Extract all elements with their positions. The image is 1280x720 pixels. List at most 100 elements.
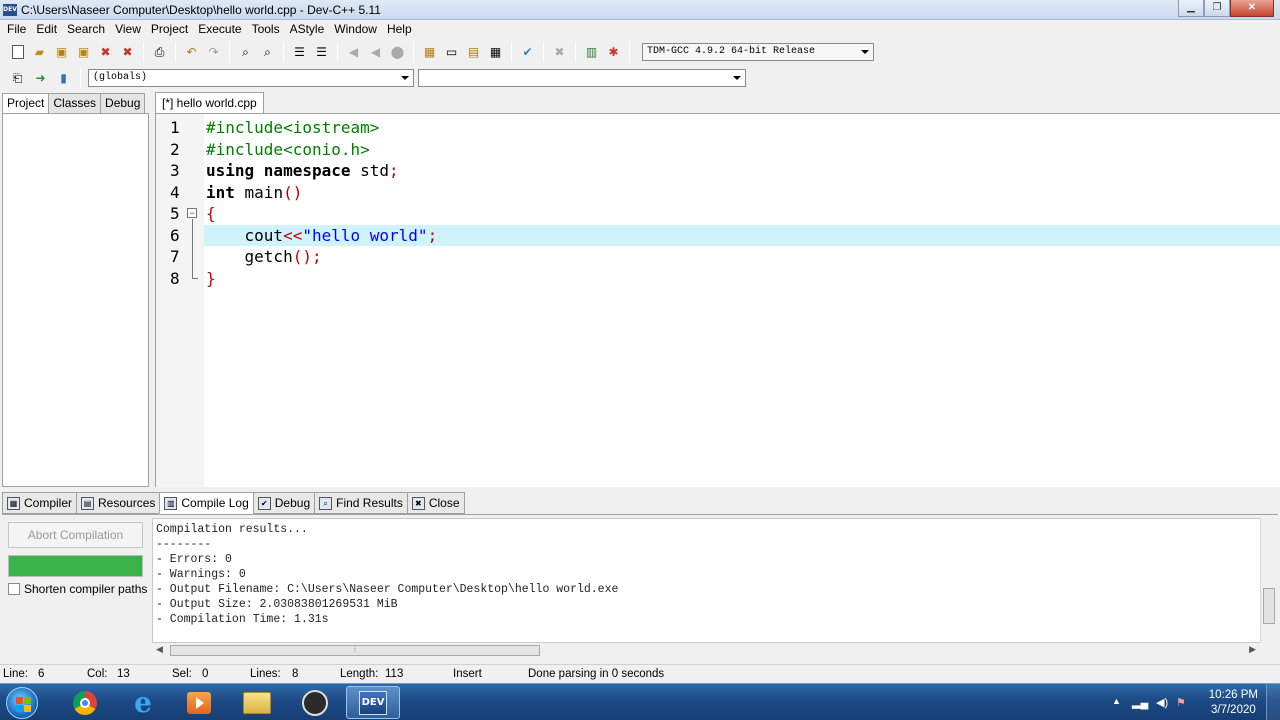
taskbar-file-explorer[interactable]	[230, 686, 284, 719]
abort-compilation-button[interactable]: Abort Compilation	[8, 522, 143, 548]
run-button[interactable]: ▭	[442, 43, 461, 62]
network-icon[interactable]: ▂▄	[1132, 696, 1148, 709]
back-button[interactable]: ◀	[344, 43, 363, 62]
shorten-paths-option[interactable]: Shorten compiler paths	[8, 582, 147, 596]
taskbar-chrome[interactable]	[58, 686, 112, 719]
taskbar-devcpp[interactable]: DEV	[346, 686, 400, 719]
goto-button[interactable]: ➜	[31, 69, 50, 88]
find-button[interactable]: ⌕	[236, 43, 255, 62]
scope-combo[interactable]: (globals)	[88, 69, 414, 87]
log-horizontal-scrollbar[interactable]: ◀ ⦙ ▶	[152, 643, 1260, 658]
volume-icon[interactable]: ◀)	[1156, 696, 1168, 709]
chrome-icon	[73, 690, 97, 715]
function-combo[interactable]	[418, 69, 746, 87]
menu-edit[interactable]: Edit	[31, 20, 62, 39]
code-line[interactable]: {	[156, 203, 1280, 225]
syntax-check-button[interactable]: ✔	[518, 43, 537, 62]
menu-execute[interactable]: Execute	[193, 20, 246, 39]
undo-button[interactable]: ↶	[182, 43, 201, 62]
new-file-button[interactable]	[8, 43, 27, 62]
scroll-thumb[interactable]	[1263, 588, 1275, 624]
log-vertical-scrollbar[interactable]	[1260, 518, 1276, 643]
close-all-button[interactable]: ✖	[118, 43, 137, 62]
rebuild-button[interactable]: ▦	[486, 43, 505, 62]
tab-project[interactable]: Project	[2, 93, 50, 114]
bookmark-icon: ⬤	[390, 45, 405, 59]
stop-execution-button[interactable]: ✖	[550, 43, 569, 62]
code-line[interactable]: #include<iostream>	[156, 117, 1280, 139]
taskbar-obs[interactable]	[288, 686, 342, 719]
code-editor[interactable]: 1 #include<iostream> 2 #include<conio.h> 3 us…	[155, 113, 1280, 487]
save-all-button[interactable]: ▣	[74, 43, 93, 62]
menu-project[interactable]: Project	[146, 20, 193, 39]
print-button[interactable]: ⎙	[150, 43, 169, 62]
tab-debug[interactable]: ✔ Debug	[252, 492, 316, 514]
save-button[interactable]: ▣	[52, 43, 71, 62]
system-clock[interactable]: 10:26 PM 3/7/2020	[1209, 688, 1258, 718]
code-token: ();	[292, 247, 322, 266]
bookmark-button[interactable]: ⬤	[388, 43, 407, 62]
tab-debug[interactable]: Debug	[100, 93, 146, 113]
unindent-icon: ☰	[316, 45, 327, 59]
code-line[interactable]: getch();	[156, 246, 1280, 268]
tab-resources[interactable]: ▤ Resources	[76, 492, 161, 514]
show-hidden-icons-icon[interactable]: ▲	[1112, 696, 1121, 706]
replace-button[interactable]: ⌕	[258, 43, 277, 62]
minimize-button[interactable]: ▁	[1178, 0, 1204, 17]
code-token: ;	[427, 225, 438, 245]
indent-button[interactable]: ☰	[290, 43, 309, 62]
profile-button[interactable]: ▥	[582, 43, 601, 62]
clock-time: 10:26 PM	[1208, 689, 1258, 701]
start-button[interactable]	[6, 687, 38, 719]
scroll-thumb[interactable]: ⦙	[170, 645, 540, 656]
redo-button[interactable]: ↷	[204, 43, 223, 62]
menu-astyle[interactable]: AStyle	[285, 20, 330, 39]
insert-icon: ⎗	[12, 71, 23, 85]
show-desktop-button[interactable]	[1266, 684, 1280, 720]
toggle-bookmark-button[interactable]: ▮	[54, 69, 73, 88]
insert-button[interactable]: ⎗	[8, 69, 27, 88]
fold-end-marker	[192, 277, 198, 279]
menu-tools[interactable]: Tools	[247, 20, 285, 39]
tab-compile-log[interactable]: ▥ Compile Log	[159, 492, 254, 514]
shorten-paths-checkbox[interactable]	[8, 583, 20, 595]
delete-profile-button[interactable]: ✱	[604, 43, 623, 62]
code-line[interactable]: cout<<"hello world";	[156, 225, 1280, 247]
unindent-button[interactable]: ☰	[312, 43, 331, 62]
code-line[interactable]: using namespace std;	[156, 160, 1280, 182]
taskbar-media-player[interactable]	[172, 686, 226, 719]
compile-log-output[interactable]: Compilation results... -------- - Errors: …	[152, 518, 1262, 643]
menu-window[interactable]: Window	[329, 20, 382, 39]
open-button[interactable]: ▰	[30, 43, 49, 62]
editor-file-tab[interactable]: [*] hello world.cpp	[155, 92, 264, 113]
compile-button[interactable]: ▦	[420, 43, 439, 62]
code-line[interactable]: #include<conio.h>	[156, 139, 1280, 161]
compiler-select-value: TDM-GCC 4.9.2 64-bit Release	[647, 46, 816, 57]
tab-find-results[interactable]: ⌕ Find Results	[314, 492, 408, 514]
menu-view[interactable]: View	[110, 20, 146, 39]
action-center-icon[interactable]: ⚑	[1176, 696, 1186, 709]
chart-icon: ▥	[585, 45, 598, 59]
chevron-down-icon	[861, 50, 869, 54]
maximize-button[interactable]: ❐	[1204, 0, 1230, 17]
tab-close[interactable]: ✖ Close	[406, 492, 465, 514]
scroll-left-icon[interactable]: ◀	[156, 644, 163, 655]
forward-button[interactable]: ◀	[366, 43, 385, 62]
fold-collapse-icon[interactable]: −	[187, 208, 197, 218]
compile-run-button[interactable]: ▤	[464, 43, 483, 62]
scroll-right-icon[interactable]: ▶	[1249, 644, 1256, 655]
compiler-select[interactable]: TDM-GCC 4.9.2 64-bit Release	[642, 43, 874, 61]
menu-search[interactable]: Search	[62, 20, 110, 39]
close-file-button[interactable]: ✖	[96, 43, 115, 62]
log-line: - Compilation Time: 1.31s	[156, 613, 329, 626]
taskbar-internet-explorer[interactable]: e	[116, 686, 170, 719]
project-browser[interactable]	[2, 113, 149, 487]
tab-compiler[interactable]: ▦ Compiler	[2, 492, 78, 514]
chevron-down-icon	[733, 76, 741, 80]
close-button[interactable]: ✕	[1230, 0, 1274, 17]
menu-file[interactable]: File	[2, 20, 31, 39]
tab-classes[interactable]: Classes	[48, 93, 102, 113]
code-line[interactable]: int main()	[156, 182, 1280, 204]
menu-help[interactable]: Help	[382, 20, 417, 39]
code-line[interactable]: }	[156, 268, 1280, 290]
